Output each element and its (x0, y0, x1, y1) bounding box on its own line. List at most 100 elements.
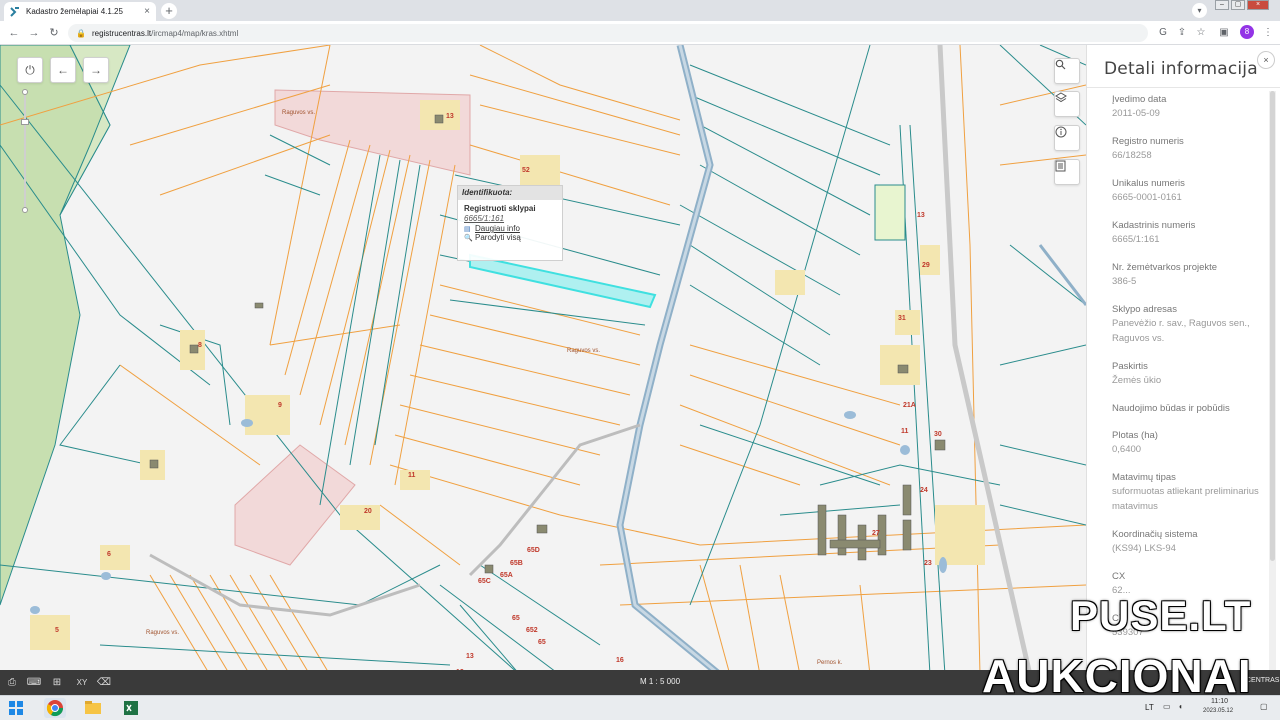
close-icon[interactable]: × (1257, 51, 1275, 69)
field-unique-number: Unikalus numeris 6665-0001-0161 (1112, 177, 1262, 205)
parcel-number: 11 (408, 472, 416, 479)
field-value: suformuotas atliekant preliminarius mata… (1112, 486, 1259, 512)
tab-title: Kadastro žemėlapiai 4.1.25 (26, 7, 123, 16)
parcel-number: 65A (500, 572, 513, 579)
field-value: 6665/1:161 (1112, 234, 1160, 245)
registrucentras-favicon-icon (10, 6, 20, 17)
eraser-icon[interactable]: ⌫ (96, 675, 112, 691)
parcel-number: 65B (510, 560, 523, 567)
parcel-number: 65 (538, 639, 546, 646)
clock-date[interactable]: 2023.05.12 (1203, 708, 1233, 714)
show-all-label: Parodyti visą (475, 233, 521, 242)
parcel-number: 65 (512, 615, 520, 622)
parcel-number: 24 (920, 487, 928, 494)
field-label: Paskirtis (1112, 361, 1148, 372)
url-host: registrucentras.lt (91, 28, 152, 38)
chrome-taskbar-icon[interactable] (44, 698, 66, 718)
notifications-icon[interactable]: ▢ (1260, 702, 1268, 711)
minimize-icon[interactable]: – (1215, 0, 1229, 10)
reload-icon[interactable]: ↻ (46, 25, 62, 41)
field-purpose: Paskirtis Žemės ūkio (1112, 360, 1262, 388)
print-icon[interactable]: ⎙ (4, 675, 20, 691)
field-label: Unikalus numeris (1112, 178, 1185, 189)
xy-coordinates-button[interactable]: XY (73, 675, 91, 691)
field-label: Įvedimo data (1112, 94, 1167, 105)
forward-arrow-icon[interactable]: → (26, 25, 42, 41)
url-input[interactable]: 🔒 registrucentras.lt /ircmap4/map/kras.x… (68, 24, 1148, 42)
network-icon[interactable]: ▭ (1163, 702, 1171, 711)
layers-icon[interactable] (1054, 91, 1080, 117)
more-info-link[interactable]: ▤ Daugiau info (458, 224, 562, 233)
parcel-number: 8 (198, 342, 202, 349)
parcel-number: 31 (898, 315, 906, 322)
next-view-icon[interactable]: → (83, 57, 109, 83)
field-project-number: Nr. žemėtvarkos projekte 386-5 (1112, 261, 1262, 289)
window-close-icon[interactable]: × (1247, 0, 1269, 10)
place-label: Raguvos vs. (146, 630, 180, 636)
parcel-number: 652 (526, 627, 538, 634)
zoom-out-icon[interactable] (22, 207, 28, 213)
tab-search-icon[interactable]: ▾ (1192, 3, 1207, 18)
previous-view-icon[interactable]: ← (50, 57, 76, 83)
power-icon[interactable]: ⏻ (17, 57, 43, 83)
parcel-number: 27 (872, 530, 880, 537)
field-value: 386-5 (1112, 276, 1137, 287)
detail-fields: Įvedimo data 2011-05-09 Registro numeris 6… (1112, 93, 1262, 654)
field-label: Matavimų tipas (1112, 472, 1176, 483)
excel-icon[interactable] (120, 698, 142, 718)
identify-popup: Identifikuota: Registruoti sklypai 6665/… (457, 185, 563, 261)
parcel-number: 13 (917, 212, 925, 219)
panel-divider (1087, 87, 1280, 88)
panel-scrollbar[interactable] (1269, 91, 1276, 671)
field-entry-date: Įvedimo data 2011-05-09 (1112, 93, 1262, 121)
show-all-link[interactable]: 🔍 Parodyti visą (458, 233, 562, 242)
parcel-number: 20 (364, 508, 372, 515)
field-value: (KS94) LKS-94 (1112, 543, 1176, 554)
bookmark-star-icon[interactable]: ☆ (1193, 25, 1209, 41)
windows-start-icon[interactable] (8, 700, 24, 716)
popup-header: Identifikuota: (458, 186, 562, 200)
file-explorer-icon[interactable] (82, 698, 104, 718)
field-area: Plotas (ha) 0,6400 (1112, 429, 1262, 457)
parcel-number: 23 (924, 560, 932, 567)
panel-title: Detali informacija (1104, 59, 1258, 79)
zoom-slider[interactable] (21, 89, 29, 213)
document-icon: ▤ (464, 225, 471, 233)
new-tab-button[interactable]: + (161, 3, 177, 19)
field-label: CX (1112, 571, 1126, 582)
maximize-icon[interactable]: ▢ (1231, 0, 1245, 10)
info-icon[interactable] (1054, 125, 1080, 151)
volume-icon[interactable]: ◖ (1178, 702, 1183, 711)
field-usage-type: Naudojimo būdas ir pobūdis (1112, 402, 1262, 415)
browser-menu-icon[interactable]: ⋮ (1260, 25, 1276, 41)
google-icon[interactable]: G (1155, 25, 1171, 41)
field-value: 6665-0001-0161 (1112, 192, 1182, 203)
zoom-in-icon[interactable] (22, 89, 28, 95)
tab-close-icon[interactable]: × (144, 6, 150, 17)
back-arrow-icon[interactable]: ← (6, 25, 22, 41)
parcel-number: 65D (527, 547, 540, 554)
field-label: Registro numeris (1112, 136, 1184, 147)
search-icon[interactable] (1054, 58, 1080, 84)
browser-tab[interactable]: Kadastro žemėlapiai 4.1.25 × (4, 2, 156, 21)
add-document-icon[interactable]: ⊞ (49, 675, 65, 691)
parcel-number: 11 (901, 428, 909, 435)
clock-time[interactable]: 11:10 (1211, 698, 1228, 705)
language-indicator[interactable]: LT (1145, 703, 1154, 712)
popup-parcel-number: 6665/1:161 (464, 214, 505, 223)
parcel-number: 9 (278, 402, 282, 409)
parcel-number: 13 (446, 113, 454, 120)
share-icon[interactable]: ⇪ (1174, 25, 1190, 41)
sidepanel-icon[interactable]: ▣ (1216, 25, 1232, 41)
zoom-slider-handle[interactable] (21, 119, 29, 125)
windows-taskbar: LT ▭ ◖ 11:10 2023.05.12 ▢ (0, 695, 1280, 720)
scrollbar-thumb[interactable] (1270, 91, 1275, 561)
screen: { "browser": { "tab_title": "Kadastro že… (0, 0, 1280, 720)
map-canvas[interactable] (0, 45, 1086, 675)
field-coordinate-system: Koordinačių sistema (KS94) LKS-94 (1112, 528, 1262, 556)
parcel-number: 13 (466, 653, 474, 660)
profile-avatar[interactable]: 8 (1240, 25, 1254, 39)
document-list-icon[interactable] (1054, 159, 1080, 185)
keyboard-icon[interactable]: ⌨ (26, 675, 42, 691)
cadastral-map[interactable]: Raguvos vs. Raguvos vs. Raguvos vs. Pern… (0, 45, 1086, 675)
